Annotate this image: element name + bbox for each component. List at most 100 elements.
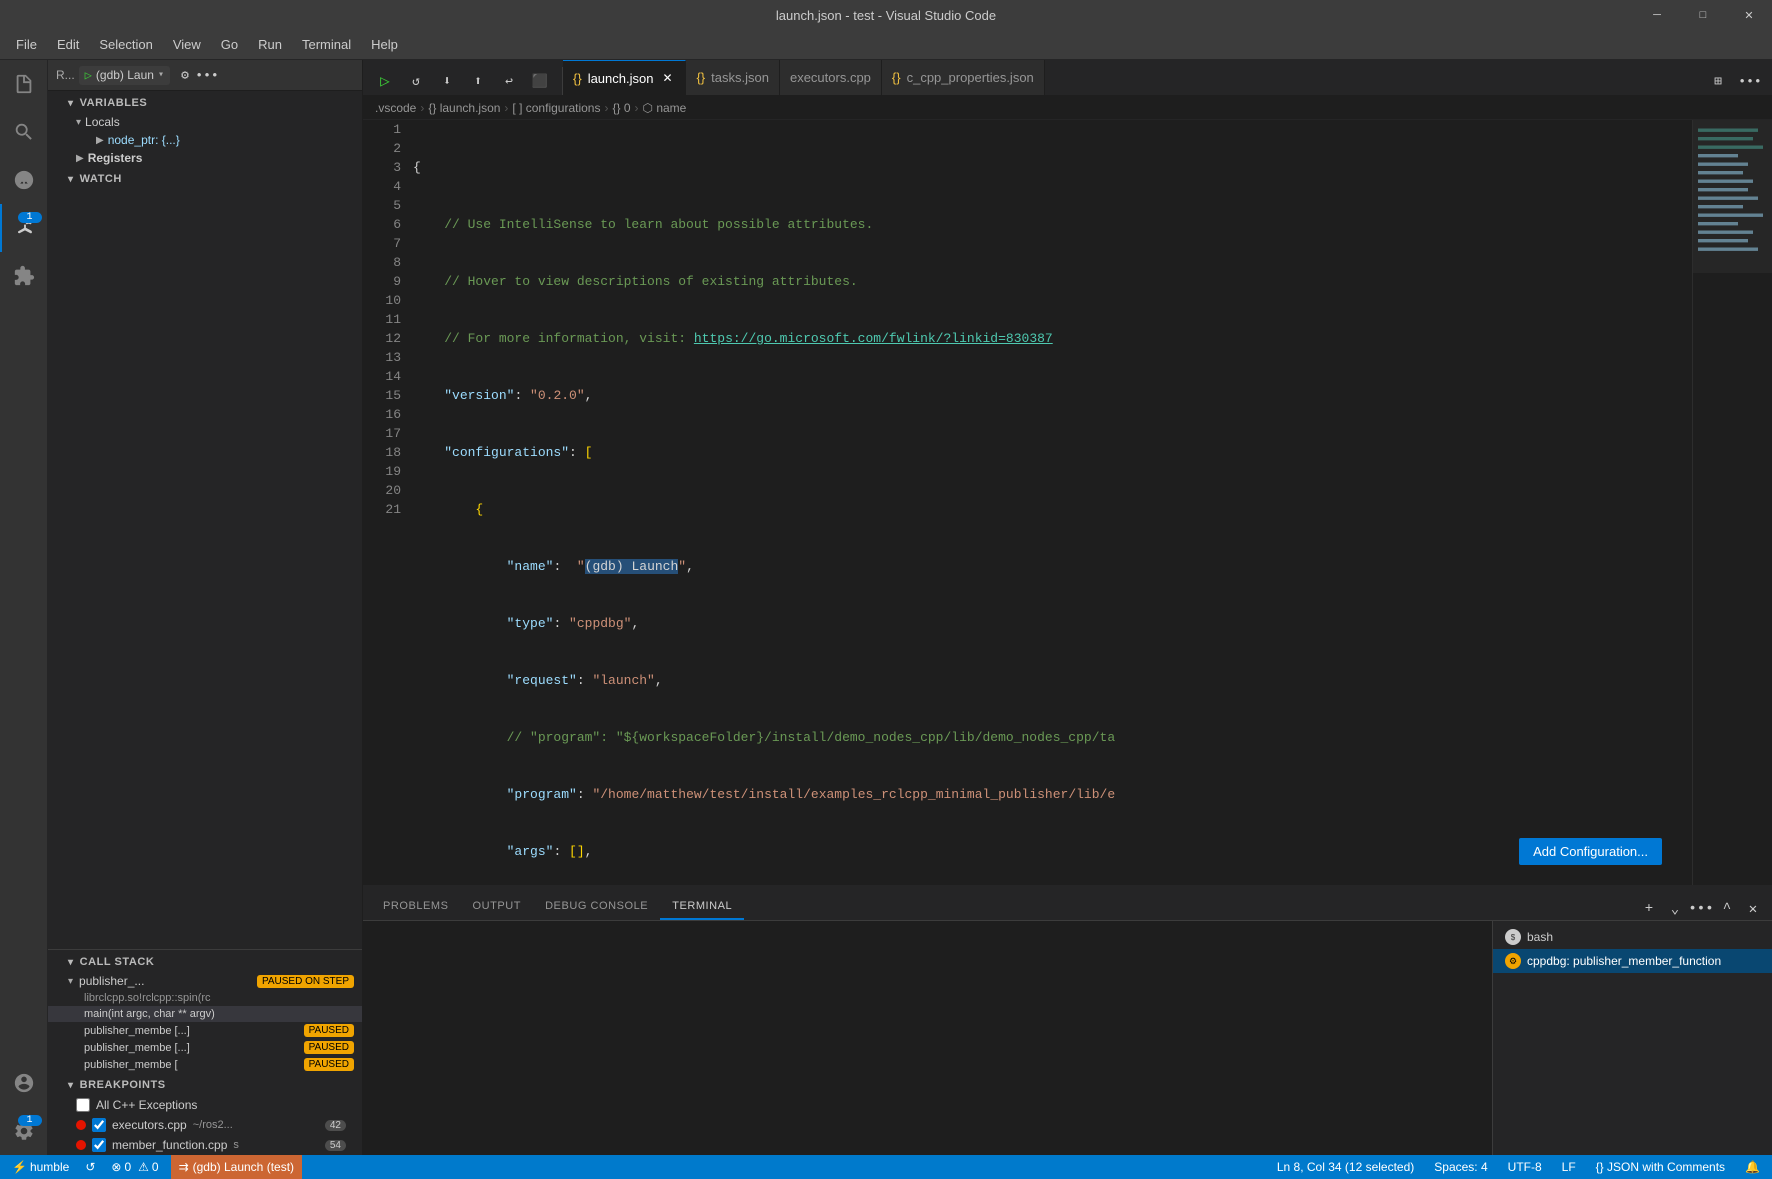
status-notifications[interactable]: 🔔 (1741, 1160, 1764, 1174)
panel-tabs: PROBLEMS OUTPUT DEBUG CONSOLE TERMINAL +… (363, 886, 1772, 921)
breakpoints-chevron: ▾ (68, 1080, 74, 1091)
locals-item[interactable]: ▾ Locals (48, 113, 362, 131)
run-debug-activity-icon[interactable] (0, 204, 48, 252)
minimap (1692, 120, 1772, 885)
account-activity-icon[interactable] (0, 1059, 48, 1107)
step-out-btn[interactable]: ⬆ (464, 67, 492, 95)
breadcrumb-launch[interactable]: {} launch.json (428, 101, 500, 115)
breadcrumb-configurations[interactable]: [ ] configurations (512, 101, 600, 115)
all-cpp-exceptions-checkbox[interactable] (76, 1098, 90, 1112)
add-terminal-btn[interactable]: + (1638, 898, 1660, 920)
sidebar-top: R... ▷ (gdb) Laun ▾ ⚙ ••• ▾ VARIABLES ▾ … (48, 60, 362, 949)
menu-view[interactable]: View (165, 35, 209, 54)
source-control-activity-icon[interactable] (0, 156, 48, 204)
maximize-panel-btn[interactable]: ^ (1716, 898, 1738, 920)
tab-terminal[interactable]: TERMINAL (660, 894, 744, 920)
breadcrumb-vscode[interactable]: .vscode (375, 101, 416, 115)
registers-item[interactable]: ▶ Registers (48, 149, 362, 167)
status-errors[interactable]: ⊗ 0 ⚠ 0 (107, 1160, 162, 1174)
continue-btn[interactable]: ▷ (371, 67, 399, 95)
split-editor-btn[interactable]: ⊞ (1704, 67, 1732, 95)
terminal-list: $ bash ⚙ cppdbg: publisher_member_functi… (1492, 921, 1772, 1155)
stop-btn[interactable]: ⬛ (526, 67, 554, 95)
code-lines[interactable]: { // Use IntelliSense to learn about pos… (413, 120, 1692, 885)
window-controls: ─ □ ✕ (1634, 0, 1772, 30)
breadcrumb-name[interactable]: ⬡ name (643, 101, 687, 115)
close-button[interactable]: ✕ (1726, 0, 1772, 30)
remote-icon: ⚡ (12, 1160, 27, 1174)
status-bar-right: Ln 8, Col 34 (12 selected) Spaces: 4 UTF… (1273, 1160, 1764, 1174)
maximize-button[interactable]: □ (1680, 0, 1726, 30)
tab-output[interactable]: OUTPUT (461, 894, 534, 920)
publisher-membe-3[interactable]: publisher_membe [ PAUSED (48, 1056, 362, 1073)
line-12: "program": "/home/matthew/test/install/e… (413, 785, 1672, 804)
step-into-btn[interactable]: ⬇ (433, 67, 461, 95)
status-spaces[interactable]: Spaces: 4 (1430, 1160, 1491, 1174)
watch-header[interactable]: ▾ WATCH (48, 167, 362, 189)
split-terminal-btn[interactable]: ⌄ (1664, 898, 1686, 920)
step-over-btn[interactable]: ↺ (402, 67, 430, 95)
terminal-bash[interactable]: $ bash (1493, 925, 1772, 949)
debug-settings-btn[interactable]: ⚙ (174, 64, 196, 86)
status-encoding[interactable]: UTF-8 (1504, 1160, 1546, 1174)
executors-breakpoint[interactable]: executors.cpp ~/ros2... 42 (48, 1115, 362, 1135)
tab-launch-json[interactable]: {} launch.json ✕ (563, 60, 686, 95)
main-stack-item[interactable]: main(int argc, char ** argv) (48, 1006, 362, 1022)
tab-tasks-json[interactable]: {} tasks.json (686, 60, 780, 95)
code-editor[interactable]: 12345 678910 1112131415 1617181920 21 { … (363, 120, 1692, 885)
restart-btn[interactable]: ↩ (495, 67, 523, 95)
bash-icon: $ (1505, 929, 1521, 945)
tab-bar-actions: ⊞ ••• (1696, 67, 1772, 95)
call-stack-header[interactable]: ▾ CALL STACK (48, 950, 362, 972)
menu-edit[interactable]: Edit (49, 35, 87, 54)
add-configuration-button[interactable]: Add Configuration... (1519, 838, 1662, 865)
menu-file[interactable]: File (8, 35, 45, 54)
extensions-activity-icon[interactable] (0, 252, 48, 300)
menu-run[interactable]: Run (250, 35, 290, 54)
all-cpp-exceptions-label: All C++ Exceptions (96, 1098, 197, 1112)
status-eol[interactable]: LF (1558, 1160, 1580, 1174)
status-sync[interactable]: ↺ (81, 1160, 99, 1174)
menu-go[interactable]: Go (213, 35, 246, 54)
close-panel-btn[interactable]: ✕ (1742, 898, 1764, 920)
paused-badge-2: PAUSED (304, 1041, 354, 1054)
tab-problems[interactable]: PROBLEMS (371, 894, 461, 920)
menu-help[interactable]: Help (363, 35, 406, 54)
member-function-bp-checkbox[interactable] (92, 1138, 106, 1152)
publisher-membe-2[interactable]: publisher_membe [...] PAUSED (48, 1039, 362, 1056)
tab-debug-console[interactable]: DEBUG CONSOLE (533, 894, 660, 920)
status-debug-launch[interactable]: ⇉ (gdb) Launch (test) (171, 1155, 302, 1179)
variables-header[interactable]: ▾ VARIABLES (48, 91, 362, 113)
menu-selection[interactable]: Selection (91, 35, 160, 54)
breakpoints-header[interactable]: ▾ BREAKPOINTS (48, 1073, 362, 1095)
breadcrumb-0[interactable]: {} 0 (612, 101, 630, 115)
tab-executors-cpp[interactable]: executors.cpp (780, 60, 882, 95)
search-activity-icon[interactable] (0, 108, 48, 156)
terminal-cppdbg[interactable]: ⚙ cppdbg: publisher_member_function (1493, 949, 1772, 973)
publisher-membe-1[interactable]: publisher_membe [...] PAUSED (48, 1022, 362, 1039)
explorer-icon[interactable] (0, 60, 48, 108)
tab-c-cpp-properties[interactable]: {} c_cpp_properties.json (882, 60, 1045, 95)
member-function-breakpoint[interactable]: member_function.cpp s 54 (48, 1135, 362, 1155)
status-cursor[interactable]: Ln 8, Col 34 (12 selected) (1273, 1160, 1418, 1174)
terminal-area[interactable] (363, 921, 1492, 1155)
status-remote[interactable]: ⚡ humble (8, 1160, 73, 1174)
librclcpp-stack-item[interactable]: librclcpp.so!rclcpp::spin(rc (48, 990, 362, 1006)
call-stack-group-publisher[interactable]: ▾ publisher_... PAUSED ON STEP (48, 972, 362, 990)
status-language[interactable]: {} JSON with Comments (1592, 1160, 1729, 1174)
all-cpp-exceptions[interactable]: All C++ Exceptions (48, 1095, 362, 1115)
minimize-button[interactable]: ─ (1634, 0, 1680, 30)
line-8: "name": "(gdb) Launch", (413, 557, 1672, 576)
editor-top-bar: ▷ ↺ ⬇ ⬆ ↩ ⬛ {} launch.json ✕ {} tasks.js… (363, 60, 1772, 96)
call-stack-label: CALL STACK (80, 956, 155, 968)
node-ptr-item[interactable]: ▶ node_ptr: {...} (48, 131, 362, 149)
debug-run-select[interactable]: ▷ (gdb) Laun ▾ (79, 66, 170, 85)
tab-launch-json-close[interactable]: ✕ (659, 70, 675, 86)
debug-more-btn[interactable]: ••• (196, 64, 218, 86)
menu-terminal[interactable]: Terminal (294, 35, 359, 54)
executors-bp-checkbox[interactable] (92, 1118, 106, 1132)
librclcpp-label: librclcpp.so!rclcpp::spin(rc (84, 992, 211, 1004)
panel-more-btn[interactable]: ••• (1690, 898, 1712, 920)
more-actions-btn[interactable]: ••• (1736, 67, 1764, 95)
settings-activity-icon[interactable] (0, 1107, 48, 1155)
